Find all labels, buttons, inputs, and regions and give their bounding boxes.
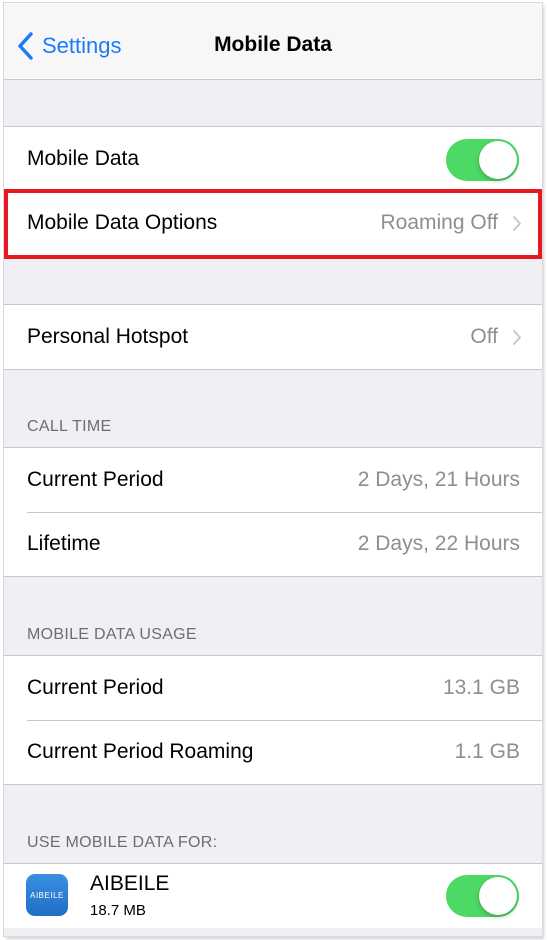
apps-group: AIBEILE AIBEILE 18.7 MB bbox=[4, 863, 542, 928]
call-time-current-label: Current Period bbox=[27, 468, 164, 491]
personal-hotspot-value-wrap: Off bbox=[470, 305, 522, 369]
highlight-box bbox=[4, 189, 542, 259]
personal-hotspot-label: Personal Hotspot bbox=[27, 325, 189, 348]
personal-hotspot-value: Off bbox=[470, 325, 498, 348]
data-usage-header: MOBILE DATA USAGE bbox=[27, 626, 197, 643]
call-time-lifetime-row: Lifetime 2 Days, 22 Hours bbox=[4, 512, 542, 576]
call-time-header: CALL TIME bbox=[27, 418, 112, 435]
data-usage-current-value: 13.1 GB bbox=[442, 676, 520, 699]
personal-hotspot-row[interactable]: Personal Hotspot Off bbox=[4, 305, 542, 369]
hotspot-group: Personal Hotspot Off bbox=[4, 304, 542, 370]
toggle-knob bbox=[479, 141, 517, 179]
call-time-lifetime-value: 2 Days, 22 Hours bbox=[357, 532, 520, 555]
mobile-data-row: Mobile Data bbox=[4, 127, 542, 191]
data-usage-current-label: Current Period bbox=[27, 676, 164, 699]
mobile-data-toggle[interactable] bbox=[446, 139, 519, 181]
data-usage-roaming-value: 1.1 GB bbox=[454, 740, 520, 763]
call-time-group: Current Period 2 Days, 21 Hours Lifetime… bbox=[4, 447, 542, 577]
data-usage-current-row: Current Period 13.1 GB bbox=[4, 656, 542, 720]
call-time-current-row: Current Period 2 Days, 21 Hours bbox=[4, 448, 542, 512]
page-title: Mobile Data bbox=[214, 33, 332, 56]
data-usage-roaming-row: Current Period Roaming 1.1 GB bbox=[4, 720, 542, 784]
app-icon-text: AIBEILE bbox=[30, 890, 64, 900]
call-time-lifetime-label: Lifetime bbox=[27, 532, 101, 555]
use-for-header: USE MOBILE DATA FOR: bbox=[27, 834, 218, 851]
app-row: AIBEILE AIBEILE 18.7 MB bbox=[4, 864, 542, 928]
data-usage-roaming-label: Current Period Roaming bbox=[27, 740, 254, 763]
toggle-knob bbox=[479, 877, 517, 915]
chevron-right-icon bbox=[513, 329, 521, 345]
screen: Settings Mobile Data Mobile Data Mobile … bbox=[4, 3, 542, 936]
navigation-bar: Settings Mobile Data bbox=[4, 3, 542, 80]
app-icon: AIBEILE bbox=[26, 874, 68, 916]
app-mobile-data-toggle[interactable] bbox=[446, 875, 519, 917]
call-time-current-value: 2 Days, 21 Hours bbox=[357, 468, 520, 491]
mobile-data-label: Mobile Data bbox=[27, 147, 140, 170]
data-usage-group: Current Period 13.1 GB Current Period Ro… bbox=[4, 655, 542, 785]
app-name: AIBEILE bbox=[90, 872, 170, 895]
app-data-usage: 18.7 MB bbox=[90, 902, 146, 919]
